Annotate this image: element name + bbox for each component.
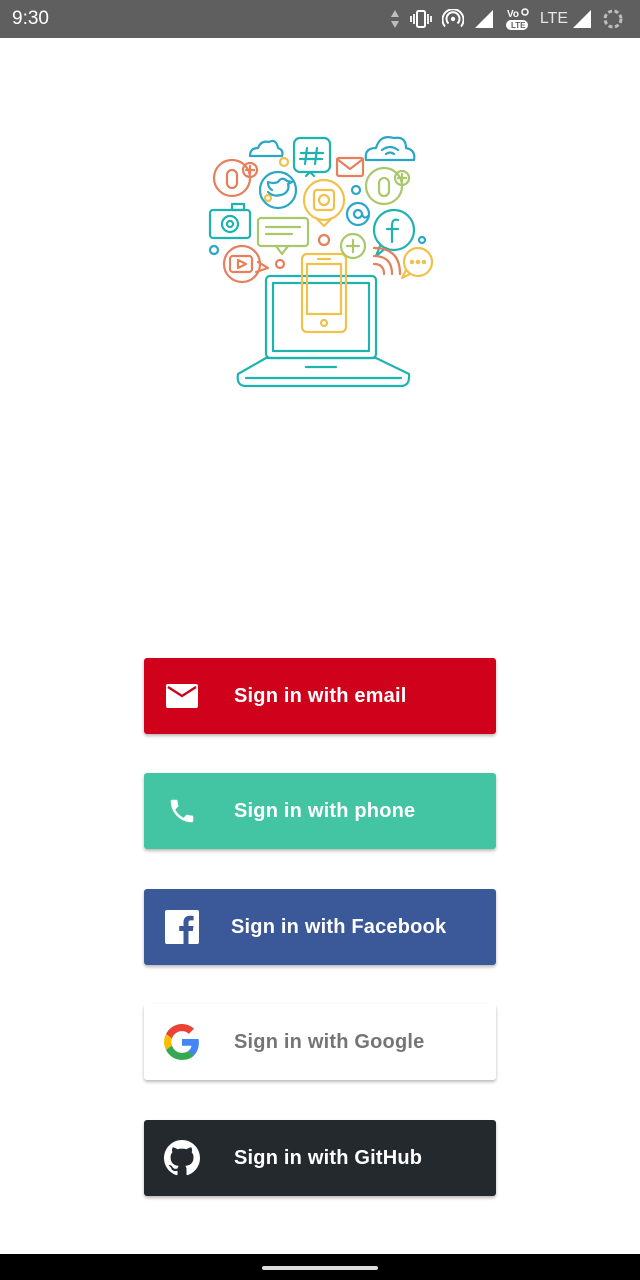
battery-icon bbox=[602, 8, 624, 30]
cloud-icon bbox=[248, 139, 284, 158]
status-time: 9:30 bbox=[12, 8, 49, 29]
signal-icon bbox=[474, 9, 494, 29]
status-icons: Vo LTE LTE bbox=[390, 6, 624, 32]
sign-in-facebook-button[interactable]: Sign in with Facebook bbox=[144, 889, 496, 965]
hashtag-icon bbox=[292, 136, 332, 178]
social-media-laptop-illustration bbox=[196, 126, 444, 392]
google-icon bbox=[164, 1024, 200, 1060]
svg-text:Vo: Vo bbox=[507, 9, 519, 20]
chat-bubble-icon bbox=[400, 246, 434, 280]
sign-in-email-label: Sign in with email bbox=[234, 685, 407, 707]
vibrate-icon bbox=[409, 10, 432, 28]
bird-icon bbox=[258, 170, 298, 210]
hotspot-icon bbox=[441, 9, 464, 29]
mail-icon bbox=[164, 678, 200, 714]
sign-in-email-button[interactable]: Sign in with email bbox=[144, 658, 496, 734]
sign-in-phone-label: Sign in with phone bbox=[234, 800, 416, 822]
sign-in-google-label: Sign in with Google bbox=[234, 1031, 425, 1053]
phone-icon bbox=[164, 793, 200, 829]
volte-icon: Vo LTE bbox=[504, 6, 530, 32]
plus-circle-icon bbox=[339, 232, 367, 260]
person-add-icon bbox=[212, 158, 259, 198]
video-icon bbox=[222, 244, 270, 284]
status-bar: 9:30 Vo LTE LTE bbox=[0, 0, 640, 38]
camera-icon bbox=[208, 202, 252, 240]
sign-in-github-label: Sign in with GitHub bbox=[234, 1147, 423, 1169]
sign-in-facebook-label: Sign in with Facebook bbox=[231, 916, 447, 938]
data-activity-icon bbox=[390, 9, 400, 29]
sign-in-phone-button[interactable]: Sign in with phone bbox=[144, 773, 496, 849]
sign-in-google-button[interactable]: Sign in with Google bbox=[144, 1004, 496, 1080]
facebook-icon bbox=[164, 909, 200, 945]
sign-in-github-button[interactable]: Sign in with GitHub bbox=[144, 1120, 496, 1196]
github-icon bbox=[164, 1140, 200, 1176]
camera-bubble-icon bbox=[302, 178, 346, 228]
lte-signal-icon bbox=[572, 9, 592, 29]
home-pill[interactable] bbox=[262, 1266, 378, 1270]
network-type-label: LTE bbox=[539, 10, 568, 27]
at-icon bbox=[345, 201, 371, 227]
svg-text:LTE: LTE bbox=[511, 21, 526, 30]
smartphone-icon bbox=[300, 252, 348, 334]
message-icon bbox=[256, 216, 310, 256]
cloud-wifi-icon bbox=[364, 136, 416, 162]
mail-small-icon bbox=[335, 156, 365, 178]
navigation-bar bbox=[0, 1254, 640, 1280]
user-add-icon bbox=[364, 166, 411, 206]
